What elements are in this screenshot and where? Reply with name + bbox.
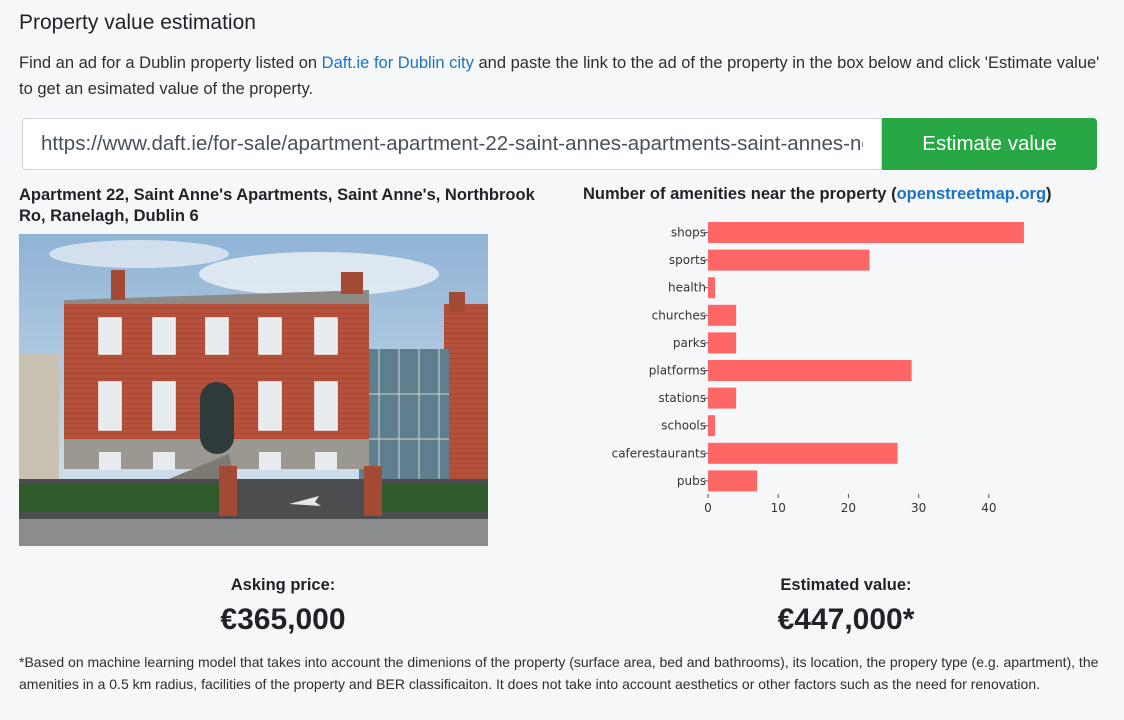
y-tick-label-shops: shops [671, 226, 706, 240]
bar-shops [708, 222, 1024, 243]
y-tick-label-health: health [668, 281, 706, 295]
y-tick-label-platforms: platforms [649, 364, 706, 378]
property-photo [19, 234, 488, 546]
bar-caferestaurants [708, 442, 898, 464]
y-tick-label-pubs: pubs [677, 474, 706, 488]
bar-platforms [708, 360, 912, 381]
estimate-value-button[interactable]: Estimate value [882, 118, 1097, 170]
y-tick-label-churches: churches [652, 308, 706, 322]
x-tick-label-10: 10 [771, 501, 786, 514]
intro-text: Find an ad for a Dublin property listed … [19, 50, 1109, 102]
amenities-title-close: ) [1046, 185, 1052, 203]
x-tick-label-40: 40 [981, 501, 996, 514]
bar-churches [708, 304, 737, 326]
property-address: Apartment 22, Saint Anne's Apartments, S… [19, 186, 535, 225]
bar-parks [708, 332, 737, 354]
amenities-chart-title: Number of amenities near the property (o… [583, 185, 1052, 204]
estimated-value-label: Estimated value: [780, 576, 912, 594]
y-tick-label-caferestaurants: caferestaurants [612, 446, 706, 460]
y-tick-label-sports: sports [669, 253, 706, 267]
y-tick-label-parks: parks [673, 336, 706, 350]
intro-text-start: Find an ad for a Dublin property listed … [19, 54, 322, 72]
bar-pubs [708, 470, 758, 492]
x-tick-label-30: 30 [911, 501, 926, 514]
daft-dublin-link[interactable]: Daft.ie for Dublin city [322, 54, 474, 72]
y-tick-label-stations: stations [658, 391, 706, 405]
amenities-title-text: Number of amenities near the property ( [583, 185, 897, 203]
x-tick-label-20: 20 [841, 501, 856, 514]
bar-sports [708, 249, 870, 271]
property-photo-image [19, 234, 488, 546]
x-tick-label-0: 0 [704, 501, 712, 514]
bar-schools [708, 415, 716, 437]
page-title: Property value estimation [19, 11, 256, 34]
asking-price-label: Asking price: [230, 576, 336, 594]
y-tick-label-schools: schools [661, 419, 706, 433]
amenities-bar-chart: shops sports health churches parks platforms s… [612, 222, 1024, 514]
bar-health [708, 277, 716, 299]
openstreetmap-link[interactable]: openstreetmap.org [897, 185, 1046, 203]
bar-stations [708, 387, 737, 409]
ad-url-input[interactable] [22, 118, 882, 170]
asking-price-value: €365,000 [220, 603, 346, 636]
estimated-value-amount: €447,000* [777, 603, 915, 636]
model-footnote: *Based on machine learning model that ta… [19, 654, 1099, 692]
